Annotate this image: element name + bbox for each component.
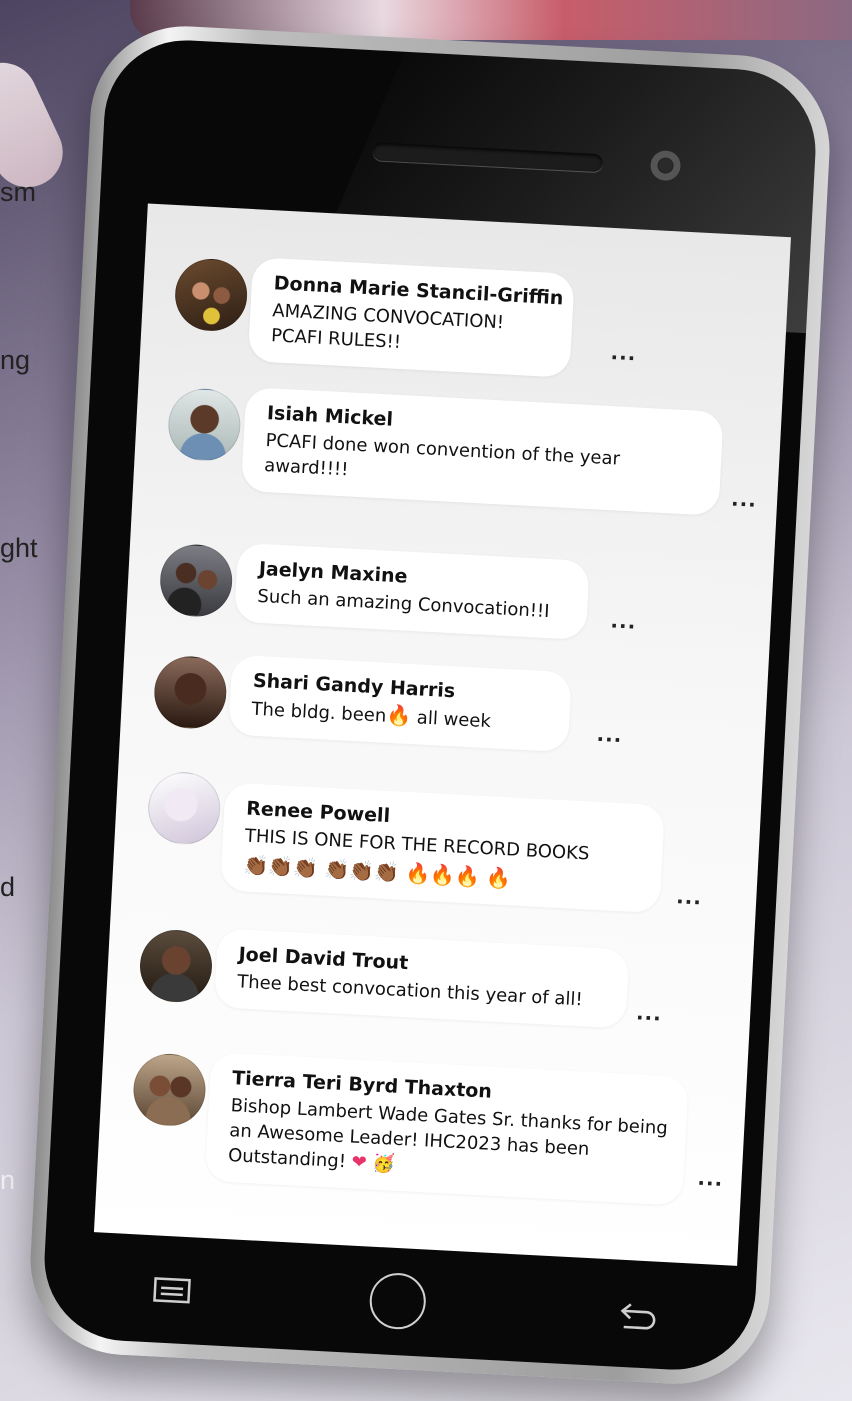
back-icon[interactable]	[615, 1299, 657, 1335]
more-options-icon[interactable]: ...	[676, 884, 703, 909]
avatar[interactable]	[158, 542, 235, 619]
phone-face: Donna Marie Stancil-Griffin AMAZING CONV…	[40, 36, 820, 1374]
more-options-icon[interactable]: ...	[596, 722, 623, 747]
comment-bubble[interactable]: Shari Gandy Harris The bldg. been🔥 all w…	[228, 654, 572, 753]
avatar[interactable]	[166, 386, 243, 463]
comment-bubble[interactable]: Joel David Trout Thee best convocation t…	[213, 928, 630, 1029]
avatar[interactable]	[173, 257, 249, 333]
comment-item: Donna Marie Stancil-Griffin AMAZING CONV…	[145, 255, 788, 378]
more-options-icon[interactable]: ...	[610, 608, 637, 633]
background-text-fragment: sm	[0, 177, 36, 207]
comment-text-part: all week	[410, 707, 492, 733]
home-icon[interactable]	[368, 1271, 428, 1331]
comment-item: Isiah Mickel PCAFI done won convention o…	[138, 385, 781, 516]
menu-icon[interactable]	[152, 1276, 191, 1304]
comment-item: Jaelyn Maxine Such an amazing Convocatio…	[130, 541, 773, 641]
comments-screen: Donna Marie Stancil-Griffin AMAZING CONV…	[93, 203, 791, 1266]
comment-bubble[interactable]: Jaelyn Maxine Such an amazing Convocatio…	[234, 542, 590, 641]
background-text-fragment: d	[0, 872, 16, 902]
comment-bubble[interactable]: Renee Powell THIS IS ONE FOR THE RECORD …	[220, 782, 666, 914]
comment-text-part: The bldg. been	[250, 698, 387, 727]
background-text-fragment: n	[0, 1165, 16, 1195]
more-options-icon[interactable]: ...	[697, 1166, 724, 1191]
fire-icon: 🔥	[385, 702, 412, 729]
more-options-icon[interactable]: ...	[731, 486, 758, 511]
comment-item: Shari Gandy Harris The bldg. been🔥 all w…	[124, 653, 767, 753]
background-text-fragment: ng	[0, 345, 31, 375]
background-text-fragment: ght	[0, 533, 38, 563]
comment-bubble[interactable]: Isiah Mickel PCAFI done won convention o…	[240, 386, 724, 516]
comment-bubble[interactable]: Tierra Teri Byrd Thaxton Bishop Lambert …	[204, 1052, 689, 1206]
comment-item: Tierra Teri Byrd Thaxton Bishop Lambert …	[103, 1050, 746, 1206]
comment-bubble[interactable]: Donna Marie Stancil-Griffin AMAZING CONV…	[247, 257, 575, 378]
avatar[interactable]	[138, 928, 214, 1004]
comment-text: AMAZING CONVOCATION! PCAFI RULES!!	[270, 300, 505, 353]
more-options-icon[interactable]: ...	[610, 340, 637, 365]
poster-background: sm ng ght d n Donna Marie Stancil-Griffi…	[0, 0, 852, 1401]
phone-device: Donna Marie Stancil-Griffin AMAZING CONV…	[25, 21, 835, 1389]
comment-item: Renee Powell THIS IS ONE FOR THE RECORD …	[118, 769, 761, 914]
avatar[interactable]	[152, 654, 229, 731]
more-options-icon[interactable]: ...	[636, 1000, 663, 1025]
heart-icon: ❤ 🥳	[351, 1151, 396, 1175]
comment-item: Joel David Trout Thee best convocation t…	[110, 927, 753, 1029]
avatar[interactable]	[131, 1052, 208, 1128]
avatar[interactable]	[146, 770, 223, 847]
